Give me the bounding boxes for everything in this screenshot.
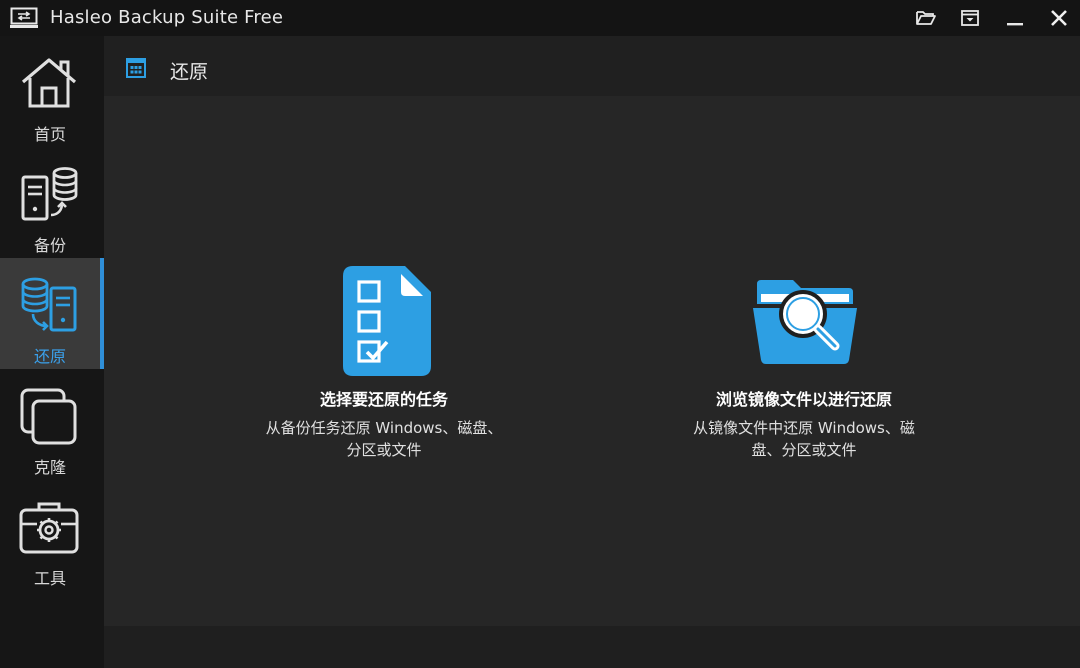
sidebar-item-tools[interactable]: 工具 <box>0 480 104 591</box>
home-icon <box>21 58 77 108</box>
status-bar <box>104 626 1080 668</box>
sidebar-item-label: 备份 <box>33 236 66 255</box>
option-description-line1: 从备份任务还原 Windows、磁盘、 <box>265 419 503 437</box>
restore-from-task-option[interactable]: 选择要还原的任务 从备份任务还原 Windows、磁盘、 分区或文件 <box>234 262 534 482</box>
browse-image-file-option[interactable]: 浏览镜像文件以进行还原 从镜像文件中还原 Windows、磁 盘、分区或文件 <box>654 262 954 482</box>
close-button[interactable] <box>1044 4 1074 32</box>
sidebar-item-restore[interactable]: 还原 <box>0 258 104 369</box>
sidebar-item-label: 首页 <box>33 125 66 144</box>
sidebar-item-clone[interactable]: 克隆 <box>0 369 104 480</box>
sidebar: 首页 备份 还原 克隆 工具 <box>0 36 104 668</box>
restore-icon <box>21 277 77 332</box>
sidebar-item-home[interactable]: 首页 <box>0 36 104 147</box>
menu-dropdown-icon <box>961 10 979 26</box>
grid-icon <box>126 58 146 78</box>
app-logo-icon <box>10 7 38 28</box>
window-title: Hasleo Backup Suite Free <box>50 7 284 28</box>
option-description-line2: 分区或文件 <box>346 441 422 459</box>
open-folder-button[interactable] <box>911 4 941 32</box>
minimize-icon <box>1007 23 1023 26</box>
option-description-line2: 盘、分区或文件 <box>751 441 857 459</box>
sidebar-item-label: 还原 <box>33 347 66 366</box>
title-bar: Hasleo Backup Suite Free <box>0 0 1080 36</box>
toolbox-icon <box>19 502 79 554</box>
folder-open-icon <box>916 11 936 25</box>
backup-icon <box>21 167 78 221</box>
option-title: 浏览镜像文件以进行还原 <box>715 390 892 409</box>
sidebar-item-label: 克隆 <box>33 458 66 477</box>
menu-button[interactable] <box>955 4 985 32</box>
folder-search-icon <box>753 280 857 364</box>
close-icon <box>1051 10 1067 26</box>
option-description-line1: 从镜像文件中还原 Windows、磁 <box>693 419 915 437</box>
task-checklist-icon <box>343 266 431 376</box>
page-title: 还原 <box>170 61 209 83</box>
sidebar-item-label: 工具 <box>33 569 66 588</box>
sidebar-item-backup[interactable]: 备份 <box>0 147 104 258</box>
clone-icon <box>20 388 77 445</box>
page-header: 还原 <box>104 36 1080 96</box>
main-panel: 选择要还原的任务 从备份任务还原 Windows、磁盘、 分区或文件 浏览镜像文… <box>104 96 1080 626</box>
option-title: 选择要还原的任务 <box>319 390 448 409</box>
minimize-button[interactable] <box>1000 4 1030 32</box>
